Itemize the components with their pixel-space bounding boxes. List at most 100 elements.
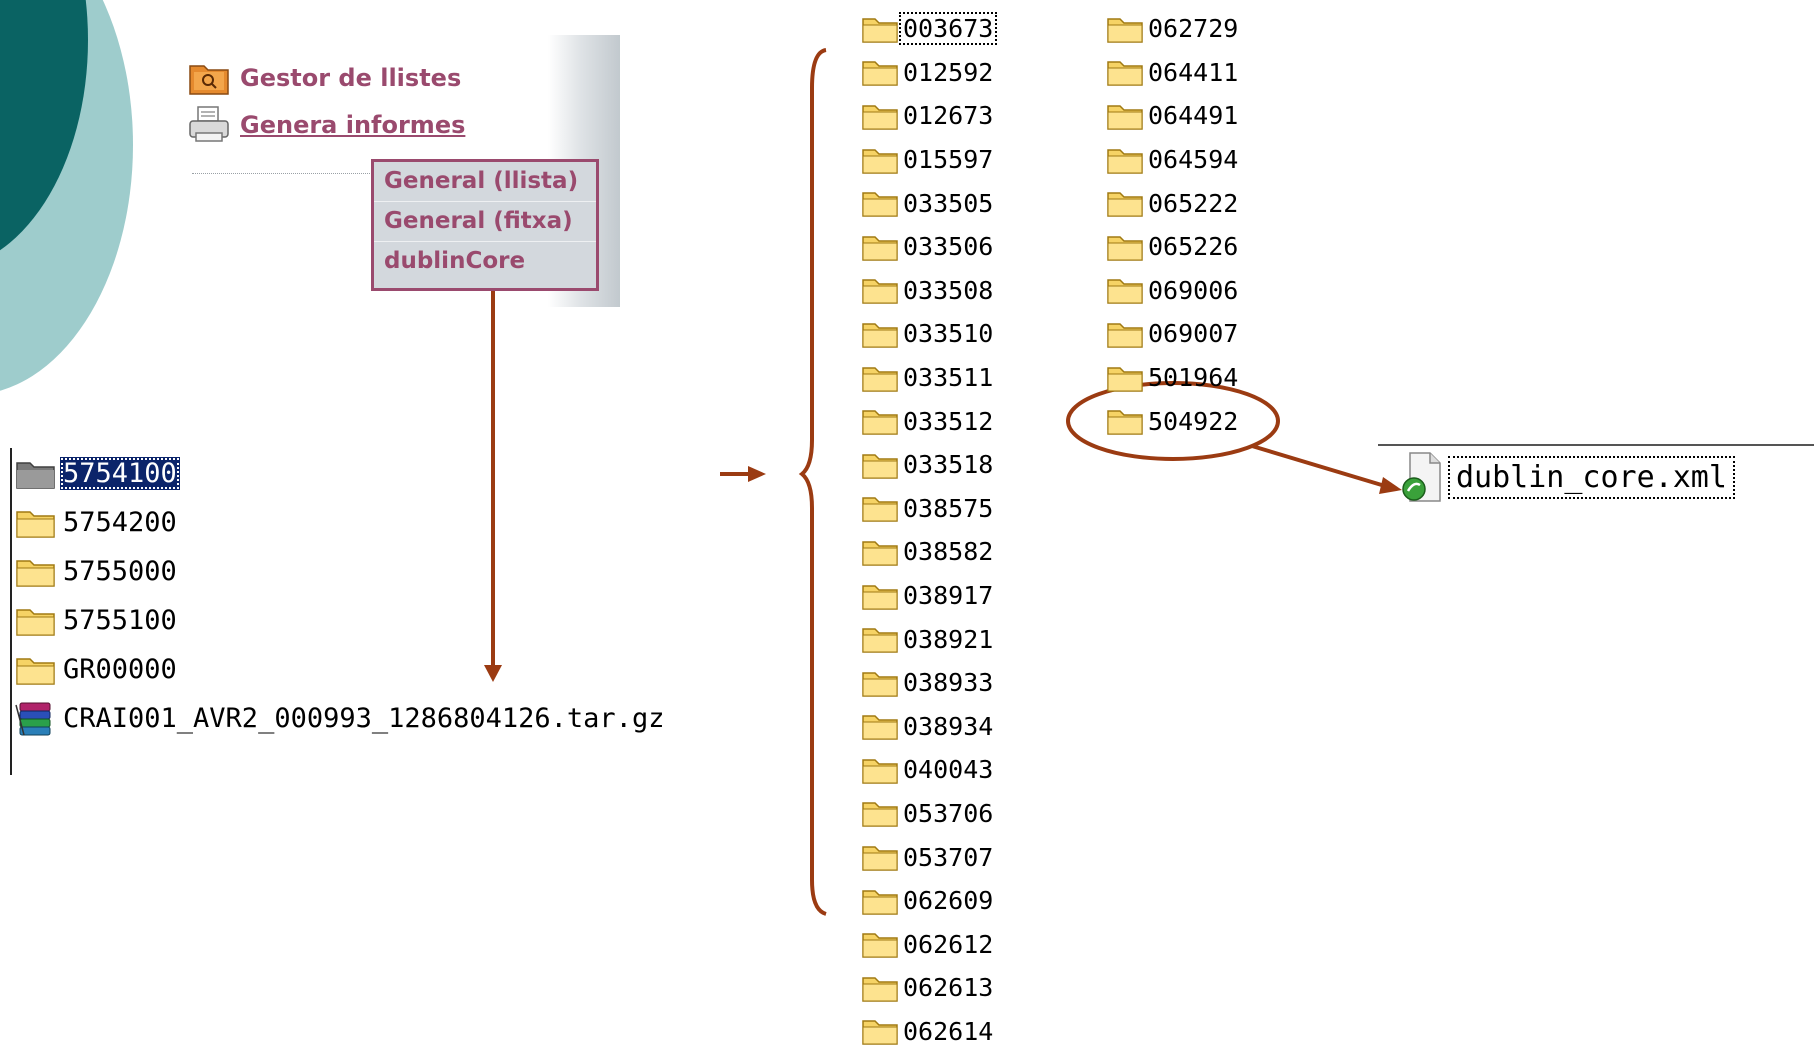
folder-icon	[862, 846, 898, 871]
xml-file-icon	[1402, 452, 1441, 502]
folder-label: 038575	[903, 493, 994, 523]
tree-item-label: CRAI001_AVR2_000993_1286804126.tar.gz	[63, 703, 665, 734]
folder-icon	[16, 608, 55, 636]
folder-label: 062614	[903, 1016, 994, 1046]
folder-item-033506[interactable]: 033506	[860, 225, 995, 269]
folder-icon	[1107, 366, 1143, 392]
folder-item-033510[interactable]: 033510	[860, 312, 995, 356]
folder-label: 062609	[903, 886, 994, 916]
folder-icon	[862, 628, 898, 653]
folder-icon	[862, 236, 898, 261]
folder-item-033508[interactable]: 033508	[860, 269, 995, 313]
folder-item-015597[interactable]: 015597	[860, 138, 995, 182]
folder-label: 062612	[903, 929, 994, 959]
folder-icon	[1107, 279, 1143, 305]
folder-item-033505[interactable]: 033505	[860, 181, 995, 225]
curly-brace	[798, 48, 827, 916]
folder-item-038582[interactable]: 038582	[860, 530, 995, 574]
folder-item-062729[interactable]: 062729	[1105, 7, 1240, 51]
menu-item-gestor-de-llistes[interactable]: Gestor de llistes	[188, 60, 461, 96]
folder-label: 064594	[1148, 145, 1239, 175]
tree-item-5755100[interactable]: 5755100	[14, 596, 667, 645]
folder-icon	[862, 323, 898, 348]
folder-item-012673[interactable]: 012673	[860, 94, 995, 138]
folder-icon	[1107, 105, 1143, 130]
folder-item-038917[interactable]: 038917	[860, 574, 995, 618]
folder-item-038933[interactable]: 038933	[860, 661, 995, 705]
menu-label-genera: Genera informes	[240, 111, 466, 139]
folder-item-053707[interactable]: 053707	[860, 835, 995, 879]
folder-label: 501964	[1148, 363, 1239, 393]
report-folder-icon	[189, 65, 229, 95]
folder-item-062613[interactable]: 062613	[860, 966, 995, 1010]
folder-icon	[862, 18, 898, 43]
tree-rail	[10, 448, 12, 775]
folder-icon	[862, 192, 898, 217]
submenu-item-general-fitxa[interactable]: General (fitxa)	[374, 202, 596, 242]
folder-item-062614[interactable]: 062614	[860, 1010, 995, 1053]
folder-item-065222[interactable]: 065222	[1105, 181, 1240, 225]
folder-icon	[16, 657, 55, 685]
tree-item-5755000[interactable]: 5755000	[14, 547, 667, 596]
folder-label: 064411	[1148, 57, 1239, 87]
folder-item-062609[interactable]: 062609	[860, 879, 995, 923]
folder-label: 064491	[1148, 101, 1239, 131]
tree-item-label: 5754100	[60, 457, 180, 490]
folder-item-003673[interactable]: 003673	[860, 7, 998, 51]
tree-item-archive[interactable]: CRAI001_AVR2_000993_1286804126.tar.gz	[14, 694, 667, 743]
folder-item-069007[interactable]: 069007	[1105, 312, 1240, 356]
folder-column-2: 062729 064411 064491 064594 065222 065226 0690…	[1105, 7, 1240, 443]
folder-label: 038933	[903, 668, 994, 698]
folder-icon	[862, 584, 898, 610]
folder-icon	[862, 410, 898, 435]
folder-label: 038921	[903, 624, 994, 654]
folder-item-064491[interactable]: 064491	[1105, 94, 1240, 138]
folder-icon	[862, 933, 898, 959]
folder-item-504922[interactable]: 504922	[1105, 399, 1240, 443]
tree-item-5754200[interactable]: 5754200	[14, 498, 667, 547]
folder-label: 012592	[903, 57, 994, 87]
tree-item-5754100[interactable]: 5754100	[14, 449, 667, 498]
folder-item-038934[interactable]: 038934	[860, 705, 995, 749]
folder-item-012592[interactable]: 012592	[860, 51, 995, 95]
folder-icon	[862, 889, 898, 915]
menu-divider	[192, 173, 370, 174]
folder-icon	[862, 497, 898, 523]
folder-icon	[862, 148, 898, 174]
folder-item-038575[interactable]: 038575	[860, 487, 995, 531]
folder-item-040043[interactable]: 040043	[860, 748, 995, 792]
folder-item-053706[interactable]: 053706	[860, 792, 995, 836]
submenu-item-general-llista[interactable]: General (llista)	[374, 162, 596, 202]
folder-item-065226[interactable]: 065226	[1105, 225, 1240, 269]
folder-item-501964[interactable]: 501964	[1105, 356, 1240, 400]
folder-icon	[862, 715, 898, 741]
file-name-label: dublin_core.xml	[1448, 455, 1735, 499]
folder-icon	[862, 1020, 898, 1046]
folder-label: 033518	[903, 450, 994, 480]
menu-item-genera-informes[interactable]: Genera informes	[188, 105, 465, 145]
tree-item-label: GR00000	[63, 654, 177, 685]
folder-item-069006[interactable]: 069006	[1105, 269, 1240, 313]
folder-label: 038582	[903, 537, 994, 567]
submenu-item-dublincore[interactable]: dublinCore	[374, 242, 596, 282]
folder-item-062612[interactable]: 062612	[860, 922, 995, 966]
archive-icon	[15, 702, 51, 735]
folder-column-1: 003673 012592 012673 015597 033505 033506 0335…	[860, 7, 998, 1053]
file-item-dublin-core[interactable]: dublin_core.xml	[1400, 451, 1735, 503]
folder-item-064411[interactable]: 064411	[1105, 51, 1240, 95]
folder-icon	[862, 366, 898, 392]
folder-item-033511[interactable]: 033511	[860, 356, 995, 400]
folder-item-033518[interactable]: 033518	[860, 443, 995, 487]
folder-icon	[1107, 18, 1143, 43]
folder-icon	[1107, 236, 1143, 261]
folder-item-064594[interactable]: 064594	[1105, 138, 1240, 182]
folder-icon	[16, 559, 55, 587]
menu-label-gestor: Gestor de llistes	[240, 64, 462, 92]
tree-item-gr00000[interactable]: GR00000	[14, 645, 667, 694]
folder-item-038921[interactable]: 038921	[860, 617, 995, 661]
folder-label: 015597	[903, 145, 994, 175]
folder-icon	[1107, 323, 1143, 348]
folder-icon	[1107, 410, 1143, 435]
folder-label: 040043	[903, 755, 994, 785]
folder-item-033512[interactable]: 033512	[860, 399, 995, 443]
